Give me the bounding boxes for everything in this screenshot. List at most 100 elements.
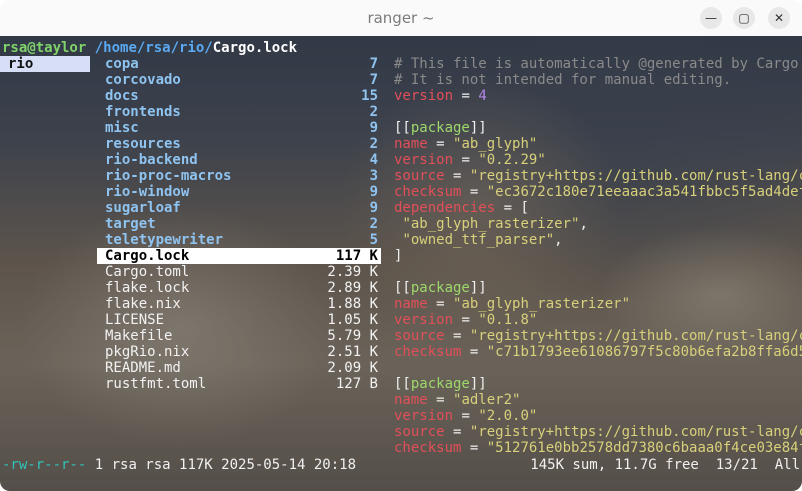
entry-size: 9 (369, 120, 378, 136)
preview-token: , (579, 216, 588, 232)
directory-item[interactable]: teletypewriter 5 (97, 232, 381, 248)
preview-token: name (394, 296, 428, 312)
file-item[interactable]: LICENSE 1.05 K (97, 312, 381, 328)
close-button[interactable]: ✕ (768, 7, 790, 29)
file-permissions: -rw-r--r-- (2, 457, 87, 473)
preview-token: = (453, 152, 479, 168)
file-item[interactable]: Cargo.toml 2.39 K (97, 264, 381, 280)
entry-size: 7 (369, 56, 378, 72)
entry-name: Makefile (105, 328, 173, 344)
entry-name: frontends (105, 104, 181, 120)
preview-token: version (394, 408, 454, 424)
preview-line: source = "registry+https://github.com/ru… (394, 424, 802, 440)
directory-item[interactable]: corcovado 7 (97, 72, 381, 88)
entry-name: rio-proc-macros (105, 168, 232, 184)
preview-token: "0.1.8" (478, 312, 538, 328)
entry-size: 1.05 K (327, 312, 378, 328)
entry-name: sugarloaf (105, 200, 181, 216)
preview-token: = (444, 168, 470, 184)
terminal-area[interactable]: rsa@taylor /home/rsa/rio/Cargo.lock rio … (0, 36, 802, 491)
preview-token: "512761e0bb2578dd7380c6baaa0f4ce03e84f95 (486, 440, 802, 456)
preview-token: dependencies (394, 200, 496, 216)
preview-token: = (453, 312, 479, 328)
user-host: rsa@taylor (2, 40, 87, 56)
preview-token: checksum (394, 184, 462, 200)
preview-token: source (394, 328, 445, 344)
minimize-button[interactable]: — (700, 7, 722, 29)
preview-token: "ab_glyph_rasterizer" (453, 296, 631, 312)
preview-token: = (453, 88, 479, 104)
parent-dir-item[interactable]: rio (0, 56, 90, 72)
preview-line: version = "0.2.29" (394, 152, 546, 168)
preview-line: checksum = "ec3672c180e71eeaaac3a541fbbc… (394, 184, 802, 200)
file-item[interactable]: flake.lock 2.89 K (97, 280, 381, 296)
directory-item[interactable]: docs 15 (97, 88, 381, 104)
preview-token: [[ (394, 376, 411, 392)
file-item[interactable]: flake.nix 1.88 K (97, 296, 381, 312)
entry-name: flake.lock (105, 280, 190, 296)
preview-token: source (394, 168, 445, 184)
preview-token: = (444, 424, 470, 440)
preview-token: "registry+https://github.com/rust-lang/c… (469, 424, 802, 440)
preview-token: source (394, 424, 445, 440)
file-item[interactable]: rustfmt.toml 127 B (97, 376, 381, 392)
directory-item[interactable]: rio-proc-macros 3 (97, 168, 381, 184)
entry-name: copa (105, 56, 139, 72)
preview-token: = (453, 408, 479, 424)
preview-token: version (394, 88, 454, 104)
entry-size: 2.39 K (327, 264, 378, 280)
entry-size: 1.88 K (327, 296, 378, 312)
preview-token: = (427, 296, 454, 312)
preview-token: "owned_ttf_parser" (402, 232, 555, 248)
preview-line: [[package]] (394, 376, 487, 392)
entry-name: teletypewriter (105, 232, 224, 248)
file-item[interactable]: Makefile 5.79 K (97, 328, 381, 344)
preview-line: source = "registry+https://github.com/ru… (394, 168, 802, 184)
directory-item[interactable]: misc 9 (97, 120, 381, 136)
directory-item[interactable]: target 2 (97, 216, 381, 232)
preview-line: # This file is automatically @generated … (394, 56, 802, 72)
directory-item[interactable]: copa 7 (97, 56, 381, 72)
title-bar: ranger ~ — ▢ ✕ (0, 0, 802, 36)
entry-name: misc (105, 120, 139, 136)
preview-token: ] (394, 248, 403, 264)
preview-token: = (427, 392, 454, 408)
preview-line: # It is not intended for manual editing. (394, 72, 731, 88)
preview-token: , (554, 232, 563, 248)
entry-size: 5 (369, 232, 378, 248)
window-title: ranger ~ (367, 9, 435, 27)
entry-size: 9 (369, 200, 378, 216)
preview-token: package (410, 280, 470, 296)
preview-token: "ec3672c180e71eeaaac3a541fbbc5f5ad4def8b (486, 184, 802, 200)
preview-line: checksum = "512761e0bb2578dd7380c6baaa0f… (394, 440, 802, 456)
status-left: -rw-r--r-- 1 rsa rsa 117K 2025-05-14 20:… (2, 457, 356, 473)
preview-token: checksum (394, 440, 462, 456)
preview-token: name (394, 136, 428, 152)
preview-line: version = "0.1.8" (394, 312, 537, 328)
preview-line: [[package]] (394, 280, 487, 296)
current-file: Cargo.lock (212, 40, 298, 56)
file-item[interactable]: pkgRio.nix 2.51 K (97, 344, 381, 360)
entry-name: resources (105, 136, 181, 152)
entry-size: 127 B (335, 376, 378, 392)
preview-token: ]] (469, 120, 487, 136)
preview-token: version (394, 152, 454, 168)
preview-token: "ab_glyph" (453, 136, 538, 152)
entry-name: pkgRio.nix (105, 344, 190, 360)
directory-item[interactable]: rio-backend 4 (97, 152, 381, 168)
directory-item[interactable]: frontends 2 (97, 104, 381, 120)
directory-item[interactable]: resources 2 (97, 136, 381, 152)
entry-name: rio-backend (105, 152, 198, 168)
directory-item[interactable]: sugarloaf 9 (97, 200, 381, 216)
entry-name: LICENSE (105, 312, 165, 328)
entry-name: rustfmt.toml (105, 376, 207, 392)
directory-item[interactable]: rio-window 9 (97, 184, 381, 200)
preview-token: "c71b1793ee61086797f5c80b6efa2b8ffa6d5dd (486, 344, 802, 360)
entry-size: 2 (369, 104, 378, 120)
preview-token: "registry+https://github.com/rust-lang/c… (469, 328, 802, 344)
preview-token: # This file is automatically @generated … (394, 56, 802, 72)
maximize-button[interactable]: ▢ (733, 7, 755, 29)
entry-size: 2 (369, 136, 378, 152)
file-item[interactable]: README.md 2.09 K (97, 360, 381, 376)
file-item[interactable]: Cargo.lock 117 K (97, 248, 381, 264)
